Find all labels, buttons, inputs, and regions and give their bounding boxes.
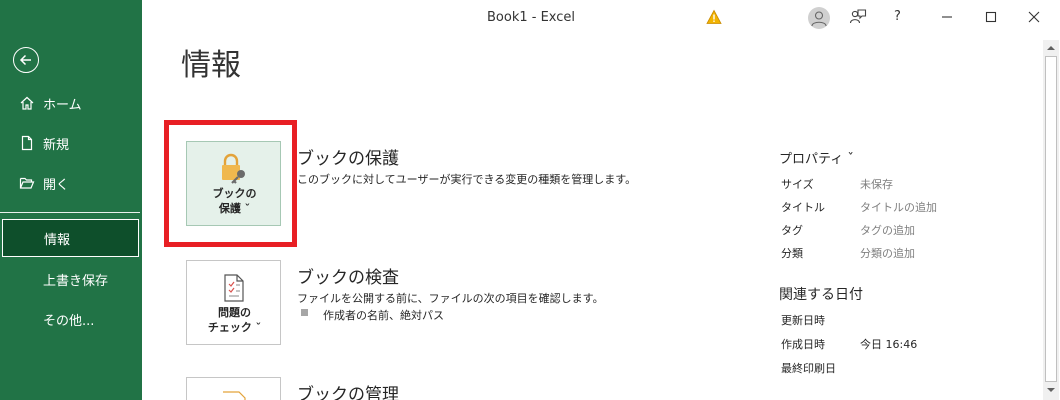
page-title: 情報 [181,48,241,83]
new-file-icon [21,135,33,151]
nav-item-home[interactable]: ホーム [0,86,142,120]
nav-divider [0,212,140,213]
inspect-item: 作成者の名前、絶対パス [323,309,444,322]
property-label: サイズ [781,178,814,191]
back-button[interactable] [13,47,39,73]
close-icon[interactable] [1025,8,1043,26]
related-dates-heading: 関連する日付 [779,287,863,303]
help-button[interactable]: ? [894,9,901,24]
section-heading: ブックの管理 [297,385,399,400]
section-heading: ブックの検査 [297,268,399,288]
bullet-marker [301,309,308,316]
property-value: 未保存 [860,178,893,191]
warning-icon[interactable] [706,9,722,25]
check-issues-button[interactable]: 問題の チェック ˇ [186,260,281,345]
manage-workbook-button[interactable] [186,377,281,400]
title-field[interactable]: タイトルの追加 [860,199,937,215]
back-arrow-icon [19,54,31,66]
date-value: 今日 16:46 [860,338,918,351]
title-bar: Book1 - Excel ? [142,0,1060,36]
folder-open-icon [19,177,35,189]
properties-dropdown[interactable]: プロパティ ˇ [779,148,854,167]
maximize-icon[interactable] [982,8,1000,26]
scroll-thumb[interactable] [1045,56,1057,382]
feedback-icon[interactable] [849,8,867,26]
vertical-scrollbar[interactable] [1043,40,1059,400]
nav-label: その他... [43,313,95,329]
date-label: 作成日時 [781,338,825,351]
nav-item-info[interactable]: 情報 [2,219,139,257]
nav-label: ホーム [43,97,82,113]
backstage-sidebar: ホーム 新規 開く 情報 上書き保存 その他... [0,0,142,400]
date-label: 最終印刷日 [781,362,836,375]
property-label: タイトル [781,201,825,214]
nav-label: 新規 [43,137,70,153]
nav-label: 情報 [44,232,71,248]
nav-item-open[interactable]: 開く [0,166,142,200]
inspect-document-icon [224,274,244,302]
nav-label: 上書き保存 [43,273,109,289]
tile-label: 問題の チェック ˇ [187,305,282,335]
nav-item-more[interactable]: その他... [0,302,142,336]
property-label: 分類 [781,247,803,260]
nav-item-save[interactable]: 上書き保存 [0,262,142,296]
section-heading: ブックの保護 [297,149,399,169]
tags-field[interactable]: タグの追加 [860,222,915,238]
property-label: タグ [781,224,803,237]
account-avatar[interactable] [808,7,830,29]
minimize-icon[interactable] [938,8,956,26]
tile-label-line: 問題の [218,306,251,319]
nav-item-new[interactable]: 新規 [0,126,142,160]
tile-label-line: チェック ˇ [207,321,262,334]
window-title: Book1 - Excel [487,10,576,25]
section-description: ファイルを公開する前に、ファイルの次の項目を確認します。 [297,292,604,305]
scroll-down-icon[interactable] [1046,385,1056,395]
highlight-annotation [164,120,297,247]
categories-field[interactable]: 分類の追加 [860,245,915,261]
manage-document-icon [223,391,246,400]
date-label: 更新日時 [781,314,825,327]
user-icon [811,11,827,27]
home-icon [20,96,34,110]
section-description: このブックに対してユーザーが実行できる変更の種類を管理します。 [297,173,637,186]
nav-label: 開く [43,177,70,193]
scroll-up-icon[interactable] [1046,43,1056,53]
